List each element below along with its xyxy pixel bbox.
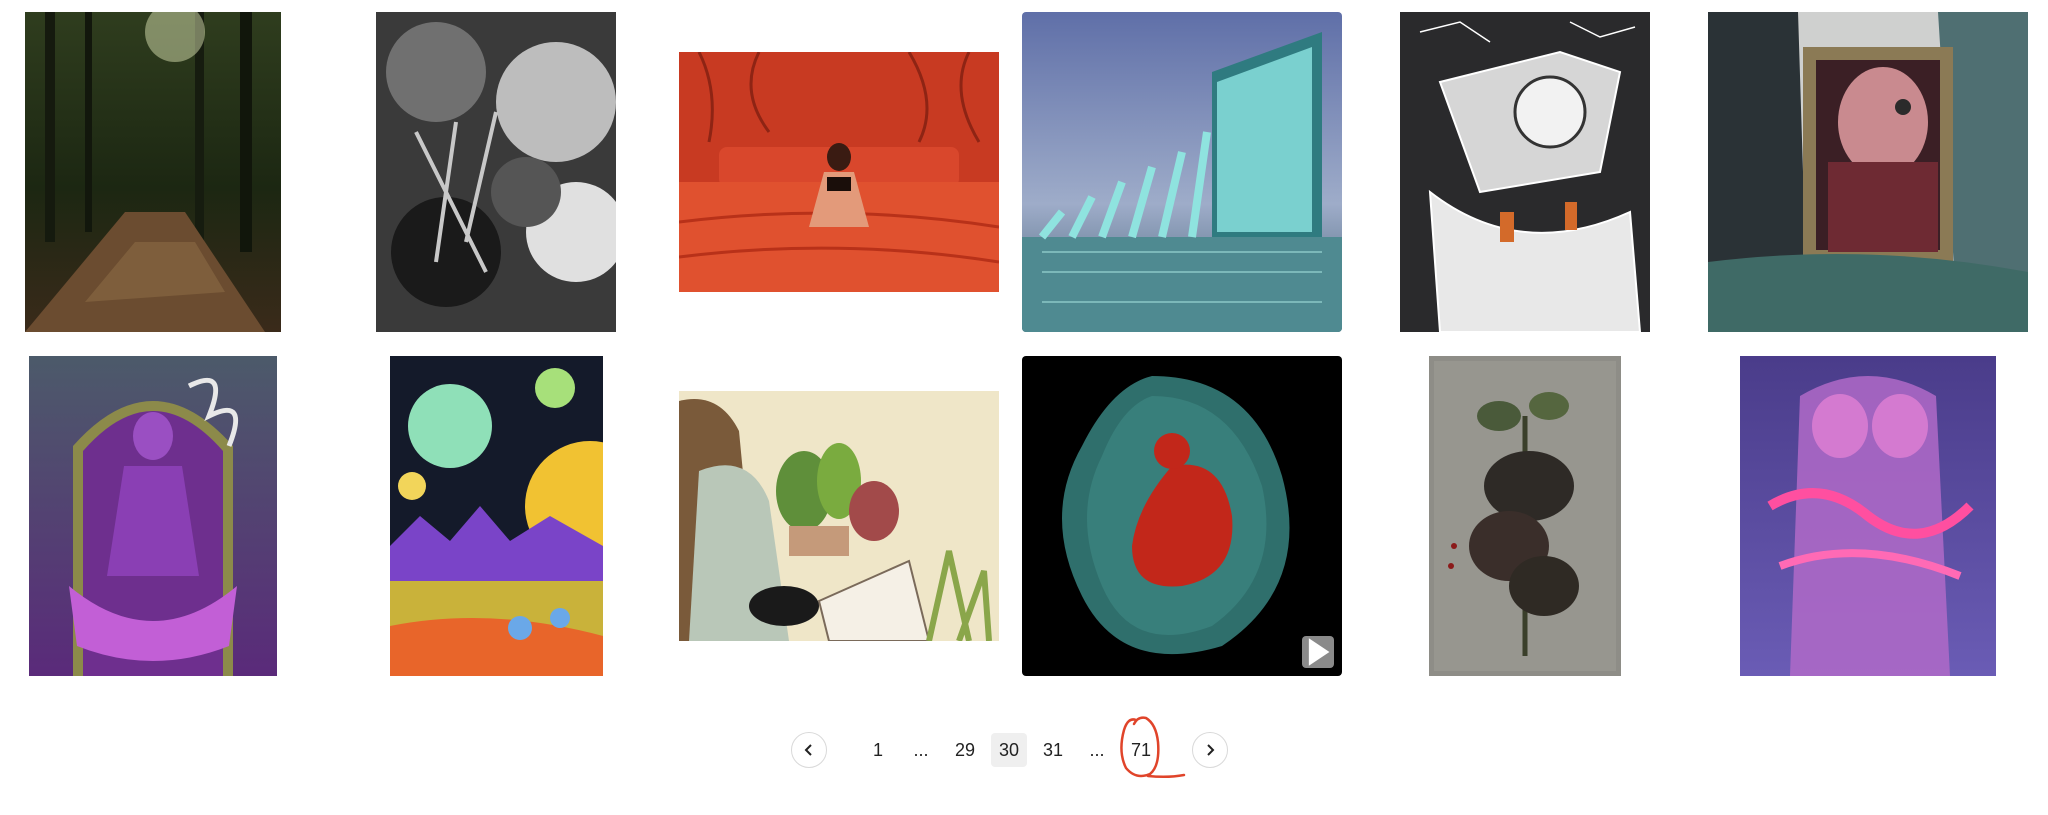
- chevron-left-icon: [804, 744, 812, 756]
- next-page-button[interactable]: [1192, 732, 1228, 768]
- gallery-item-dark-flowering-plant[interactable]: [1429, 356, 1621, 676]
- gallery-item-glass-pavilion[interactable]: [1022, 12, 1342, 332]
- surreal-ink-machine-artwork: [1400, 12, 1650, 332]
- gallery-item-psychedelic-moon[interactable]: [390, 356, 603, 676]
- page-link-29[interactable]: 29: [947, 733, 983, 767]
- gallery-item-purple-goddess[interactable]: [29, 356, 277, 676]
- gallery-item-black-white-foliage[interactable]: [376, 12, 616, 332]
- chevron-right-icon: [1207, 744, 1215, 756]
- page-link-31[interactable]: 31: [1035, 733, 1071, 767]
- gallery-item-red-fetus[interactable]: [1022, 356, 1342, 676]
- purple-goddess-lotus-artwork: [29, 356, 277, 676]
- pink-smoke-figures-artwork: [1740, 356, 1996, 676]
- psychedelic-moon-astronauts-artwork: [390, 356, 603, 676]
- glass-pavilion-on-water-artwork: [1022, 12, 1342, 332]
- girl-reading-with-plants-artwork: [679, 391, 999, 641]
- red-fetus-in-teal-artwork: [1022, 356, 1342, 676]
- gallery-item-girl-reading[interactable]: [679, 391, 999, 641]
- gallery-item-forest-path[interactable]: [25, 12, 281, 332]
- prev-page-button[interactable]: [791, 732, 827, 768]
- gallery-item-melting-portrait[interactable]: [1708, 12, 2028, 332]
- pagination-ellipsis: ...: [1089, 739, 1105, 760]
- page-link-1[interactable]: 1: [860, 733, 896, 767]
- gallery-item-woman-red-bed[interactable]: [679, 52, 999, 292]
- pagination-ellipsis: ...: [913, 739, 929, 760]
- play-icon: [1308, 638, 1330, 666]
- forest-path-artwork: [25, 12, 281, 332]
- black-white-foliage-artwork: [376, 12, 616, 332]
- melting-portrait-frame-artwork: [1708, 12, 2028, 332]
- woman-on-red-bed-artwork: [679, 52, 999, 292]
- video-badge[interactable]: [1302, 636, 1334, 668]
- page-link-30-current[interactable]: 30: [991, 733, 1027, 767]
- dark-flowering-plant-artwork: [1429, 356, 1621, 676]
- page-link-71[interactable]: 71: [1123, 733, 1159, 767]
- gallery-item-pink-smoke-figures[interactable]: [1740, 356, 1996, 676]
- gallery-item-surreal-ink-machine[interactable]: [1400, 12, 1650, 332]
